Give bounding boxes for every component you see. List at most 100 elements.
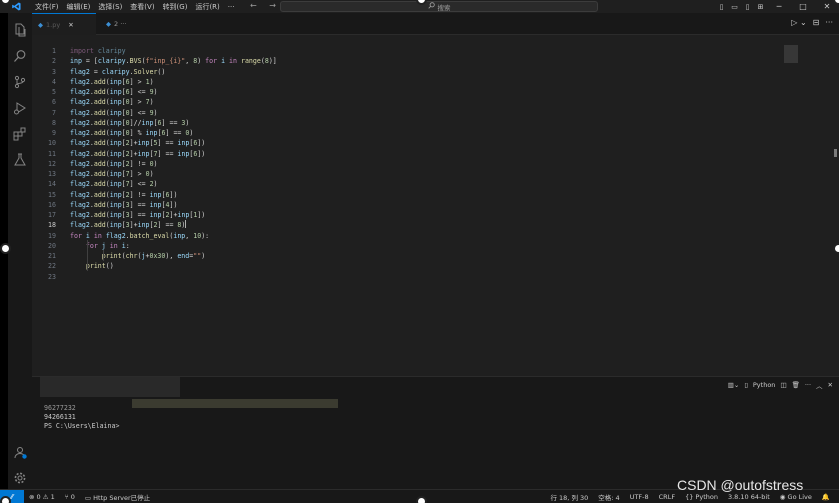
- line-number: 6: [52, 98, 56, 107]
- menu-view[interactable]: 查看(V): [126, 2, 158, 12]
- tab-1py[interactable]: ◆ 1.py ✕: [32, 13, 96, 35]
- resize-handle[interactable]: [833, 243, 839, 254]
- code-text: flag2.add(inp[7] <= 2): [70, 180, 158, 189]
- code-text: print(chr(j+0x30), end=""): [101, 252, 206, 260]
- nav-arrows[interactable]: ← →: [250, 1, 281, 10]
- toggle-secondary-sidebar-icon[interactable]: ▯: [741, 3, 754, 11]
- ports-indicator[interactable]: ⑂ 0: [60, 493, 80, 501]
- code-text: flag2.add(inp[6] > 1): [70, 77, 154, 86]
- code-text: flag2.add(inp[2]+inp[7] == inp[6]): [70, 149, 206, 158]
- menu-edit[interactable]: 编辑(E): [63, 2, 95, 12]
- problems-indicator[interactable]: ⊗ 0 ⚠ 1: [24, 493, 60, 501]
- search-placeholder: 搜索: [437, 3, 451, 12]
- language-mode[interactable]: {} Python: [680, 493, 723, 501]
- tab-2[interactable]: ◆ 2 ···: [100, 13, 170, 35]
- maximize-button[interactable]: □: [791, 2, 815, 11]
- python-interpreter[interactable]: 3.8.10 64-bit: [723, 493, 775, 501]
- code-text: flag2.add(inp[3] == inp[4]): [70, 200, 178, 209]
- notifications-bell-icon[interactable]: 🔔: [817, 493, 835, 501]
- code-editor[interactable]: 1 import claripy 2 inp = [claripy.BVS(f"inp…: [32, 35, 839, 376]
- http-server-label: Http Server已停止: [93, 493, 151, 502]
- minimap[interactable]: [784, 45, 798, 63]
- menu-run[interactable]: 运行(R): [191, 2, 223, 12]
- code-text: for i in flag2.batch_eval(inp, 10):: [70, 231, 210, 240]
- encoding[interactable]: UTF-8: [625, 493, 654, 501]
- code-text: flag2.add(inp[2]+inp[5] == inp[6]): [70, 139, 206, 148]
- explorer-icon[interactable]: [13, 22, 27, 37]
- line-number: 4: [52, 77, 56, 86]
- toggle-sidebar-icon[interactable]: ▯: [715, 3, 728, 11]
- command-search-box[interactable]: 搜索: [280, 1, 598, 12]
- line-number: 20: [48, 241, 56, 250]
- menu-file[interactable]: 文件(F): [31, 2, 63, 12]
- python-terminal-label[interactable]: Python: [753, 381, 776, 389]
- line-number: 19: [48, 231, 56, 240]
- panel-toolbar: ▥⌄ ▯ Python ◫ 🗑 ··· ︿ ✕: [728, 380, 833, 390]
- terminal-output-line: 94266131: [44, 413, 76, 421]
- go-live-button[interactable]: ◉ Go Live: [775, 493, 817, 501]
- code-text: flag2.add(inp[3] == inp[2]+inp[1]): [70, 211, 206, 219]
- line-number: 14: [48, 180, 56, 189]
- close-panel-icon[interactable]: ✕: [828, 381, 833, 389]
- error-count: 0: [36, 492, 41, 501]
- split-terminal-icon[interactable]: ◫: [780, 381, 786, 389]
- run-debug-icon[interactable]: [13, 100, 27, 115]
- menu-goto[interactable]: 转到(G): [159, 2, 192, 12]
- maximize-panel-icon[interactable]: ︿: [816, 380, 823, 390]
- code-text: inp = [claripy.BVS(f"inp_{i}", 8) for i …: [70, 57, 277, 66]
- code-text: flag2.add(inp[0] % inp[6] == 0): [70, 129, 194, 137]
- code-text: flag2.add(inp[2] != 0): [70, 159, 158, 168]
- minimize-button[interactable]: ─: [767, 2, 791, 11]
- warning-icon: ⚠: [42, 492, 49, 501]
- http-server-status[interactable]: ▭ Http Server已停止: [80, 492, 155, 502]
- activity-bar: [8, 13, 32, 489]
- menu-more[interactable]: ···: [224, 3, 239, 11]
- extensions-icon[interactable]: [13, 126, 27, 141]
- source-control-icon[interactable]: [13, 74, 27, 89]
- indentation[interactable]: 空格: 4: [593, 492, 624, 502]
- code-text: flag2.add(inp[0]//inp[6] == 3): [70, 118, 190, 127]
- scrollbar-marker[interactable]: [834, 149, 837, 157]
- broadcast-icon: ◉: [779, 493, 786, 501]
- python-file-icon: ◆: [106, 20, 111, 28]
- terminal-prompt[interactable]: PS C:\Users\Elaina>: [44, 422, 119, 431]
- line-number: 23: [48, 272, 56, 281]
- terminal-layout-icon[interactable]: ▥⌄: [728, 381, 740, 389]
- redacted-tabs: [40, 377, 180, 397]
- line-number: 16: [48, 200, 56, 209]
- settings-gear-icon[interactable]: [13, 470, 27, 484]
- testing-flask-icon[interactable]: [13, 152, 27, 166]
- python-file-icon: ◆: [38, 20, 43, 29]
- braces-icon: {}: [685, 493, 694, 501]
- window-controls: ▯ ▭ ▯ ⊞ ─ □ ✕: [715, 0, 839, 13]
- close-tab-icon[interactable]: ✕: [68, 21, 73, 29]
- code-text: flag2.add(inp[0] > 7): [70, 98, 154, 107]
- resize-handle[interactable]: [416, 496, 427, 503]
- terminal-output-line: 96277232: [44, 404, 76, 412]
- more-actions-icon[interactable]: ···: [825, 18, 833, 27]
- search-icon[interactable]: [13, 48, 27, 62]
- python-terminal-icon[interactable]: ▯: [744, 381, 748, 389]
- editor-actions: ▷ ⌄ ⊟ ···: [791, 18, 833, 27]
- account-icon[interactable]: [13, 444, 27, 459]
- toggle-panel-icon[interactable]: ▭: [728, 3, 741, 11]
- resize-handle[interactable]: [0, 243, 11, 254]
- error-icon: ⊗: [29, 492, 35, 501]
- ports-icon: ⑂: [64, 492, 69, 501]
- code-text: flag2 = claripy.Solver(): [70, 67, 166, 76]
- customize-layout-icon[interactable]: ⊞: [754, 3, 767, 11]
- run-python-file-icon[interactable]: ▷ ⌄: [791, 18, 806, 27]
- more-icon[interactable]: ···: [805, 381, 811, 389]
- resize-handle[interactable]: [0, 496, 11, 503]
- go-live-label: Go Live: [787, 493, 812, 501]
- split-editor-icon[interactable]: ⊟: [813, 18, 820, 27]
- language-label: Python: [695, 493, 718, 501]
- tab-label: 1.py: [46, 20, 61, 29]
- end-of-line[interactable]: CRLF: [654, 493, 680, 501]
- line-number: 3: [52, 67, 56, 76]
- kill-terminal-icon[interactable]: 🗑: [792, 381, 800, 389]
- csdn-watermark: CSDN @outofstress: [677, 477, 804, 493]
- menu-selection[interactable]: 选择(S): [94, 2, 126, 12]
- cursor-position[interactable]: 行 18, 列 30: [545, 492, 593, 502]
- line-number: 1: [52, 47, 56, 55]
